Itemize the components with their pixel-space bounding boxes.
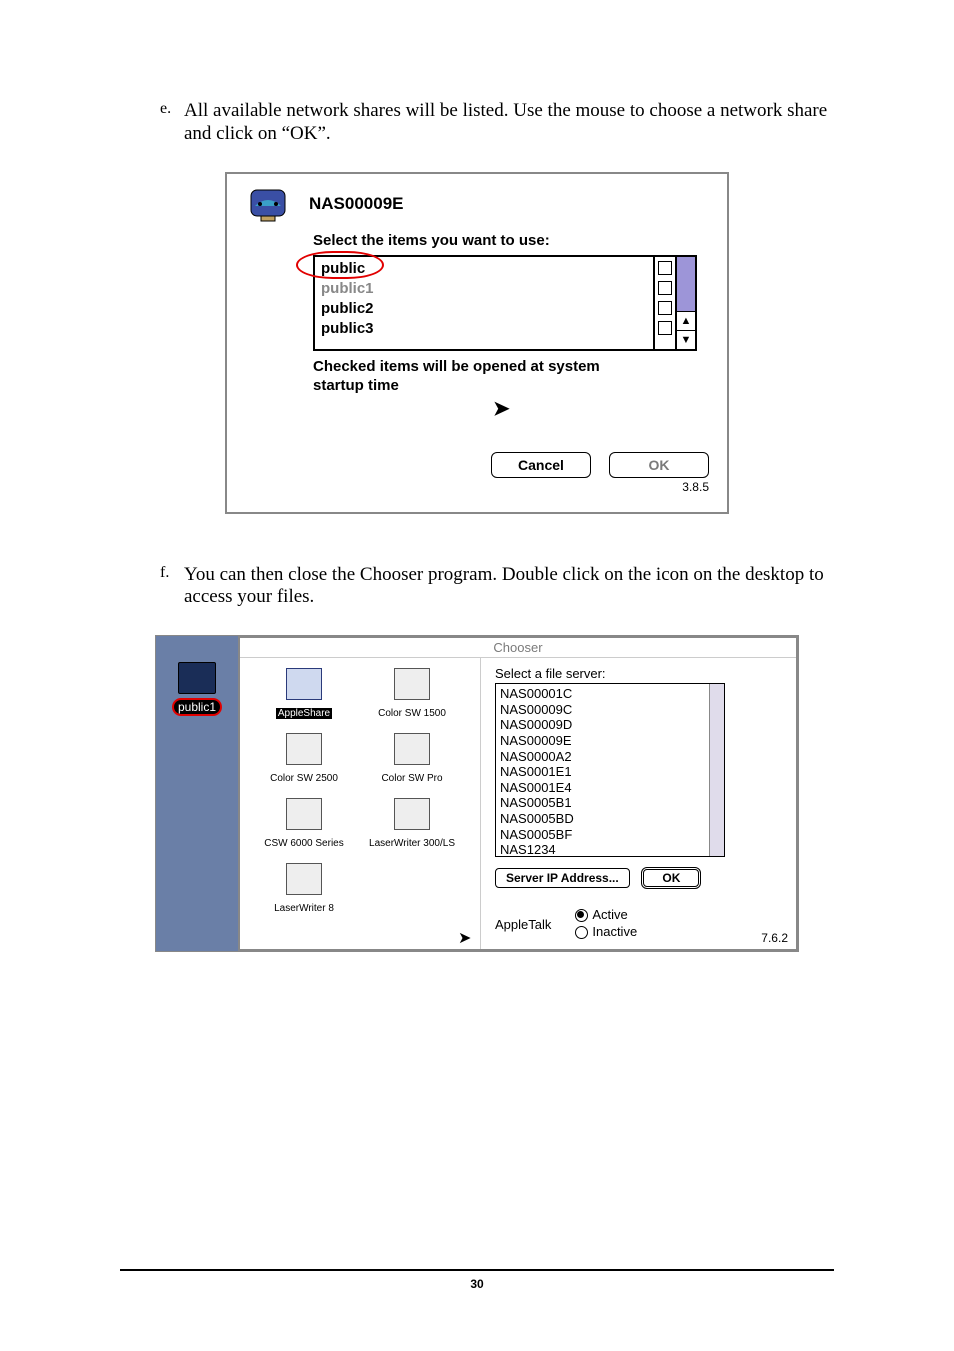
scroll-down-icon[interactable]: ▼ [677,330,695,349]
server-listbox[interactable]: NAS00001C NAS00009C NAS00009D NAS00009E … [495,683,725,857]
share-checkbox-column [653,257,675,349]
appleshare-icon[interactable] [286,668,322,700]
driver-label: Color SW Pro [381,773,442,784]
list-bullet-f: f. [160,564,184,622]
listbox-scrollbar[interactable] [709,684,724,856]
server-ip-address-button[interactable]: Server IP Address... [495,868,630,888]
share-checkbox[interactable] [658,281,672,295]
printer-icon[interactable] [394,668,430,700]
appleshare-server-icon [245,184,291,224]
screenshot-chooser: public1 Chooser AppleShare Color SW 1500 [155,635,799,952]
share-item[interactable]: public3 [321,319,647,339]
paragraph-e: All available network shares will be lis… [184,100,834,146]
chooser-window-title: Chooser [240,638,796,658]
server-item[interactable]: NAS0005B1 [500,795,720,811]
paragraph-f: You can then close the Chooser program. … [184,564,834,610]
driver-label: CSW 6000 Series [264,838,343,849]
dialog-subtitle: Select the items you want to use: [313,232,709,249]
server-item[interactable]: NAS0005BD [500,811,720,827]
driver-label: Color SW 1500 [378,708,446,719]
driver-label: AppleShare [276,708,332,719]
cancel-button[interactable]: Cancel [491,452,591,478]
dialog-title: NAS00009E [309,194,404,214]
printer-icon[interactable] [394,798,430,830]
ok-button[interactable]: OK [641,867,701,889]
server-item[interactable]: NAS0005BF [500,827,720,843]
server-item[interactable]: NAS0001E1 [500,764,720,780]
cursor-icon: ➤ [458,928,471,948]
share-item[interactable]: public1 [321,279,647,299]
startup-note-line1: Checked items will be opened at system [313,358,600,375]
appletalk-inactive-radio[interactable] [575,926,588,939]
cursor-icon: ➤ [493,396,709,422]
server-item[interactable]: NAS00001C [500,686,720,702]
server-item[interactable]: NAS0001E4 [500,780,720,796]
list-bullet-e: e. [160,100,184,158]
ok-button[interactable]: OK [609,452,709,478]
desktop-share-icon[interactable] [178,662,216,694]
printer-icon[interactable] [394,733,430,765]
printer-icon[interactable] [286,798,322,830]
printer-icon[interactable] [286,733,322,765]
driver-label: Color SW 2500 [270,773,338,784]
share-checkbox[interactable] [658,321,672,335]
desktop-strip: public1 [156,636,238,951]
chooser-driver-grid: AppleShare Color SW 1500 Color SW 2500 [244,668,476,928]
server-item[interactable]: NAS1234 [500,842,720,857]
share-item[interactable]: public2 [321,299,647,319]
driver-label: LaserWriter 8 [274,903,334,914]
scroll-up-icon[interactable]: ▲ [677,311,695,330]
server-list-label: Select a file server: [495,666,786,681]
server-item[interactable]: NAS00009C [500,702,720,718]
share-checkbox[interactable] [658,261,672,275]
radio-label-inactive: Inactive [592,924,637,939]
driver-label: LaserWriter 300/LS [369,838,455,849]
desktop-share-label: public1 [172,698,222,716]
share-listbox[interactable]: public public1 public2 public3 ▲ ▼ [313,255,697,351]
server-item[interactable]: NAS00009D [500,717,720,733]
listbox-scrollbar[interactable]: ▲ ▼ [675,257,695,349]
server-item[interactable]: NAS00009E [500,733,720,749]
printer-icon[interactable] [286,863,322,895]
chooser-version: 7.6.2 [761,931,788,945]
dialog-version: 3.8.5 [245,480,709,494]
share-item[interactable]: public [321,259,647,279]
screenshot-share-select: NAS00009E Select the items you want to u… [225,172,729,514]
appletalk-label: AppleTalk [495,917,551,932]
page-number: 30 [470,1277,483,1291]
startup-note-line2: startup time [313,377,399,394]
server-item[interactable]: NAS0000A2 [500,749,720,765]
appletalk-active-radio[interactable] [575,909,588,922]
radio-label-active: Active [592,907,627,922]
share-checkbox[interactable] [658,301,672,315]
